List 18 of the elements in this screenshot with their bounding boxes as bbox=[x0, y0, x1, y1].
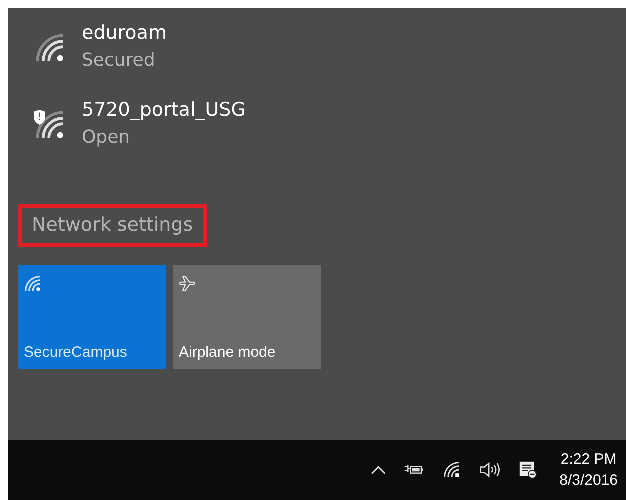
clock[interactable]: 2:22 PM 8/3/2016 bbox=[560, 451, 618, 489]
wifi-icon bbox=[24, 275, 42, 293]
caret-icon[interactable] bbox=[370, 465, 386, 475]
quick-action-tile[interactable]: Airplane mode bbox=[173, 265, 321, 369]
clock-date: 8/3/2016 bbox=[560, 472, 618, 489]
clock-time: 2:22 PM bbox=[560, 451, 617, 468]
quick-action-tile[interactable]: SecureCampus bbox=[18, 265, 166, 369]
notification-icon[interactable] bbox=[518, 461, 538, 479]
airplane-icon bbox=[179, 275, 197, 293]
speaker-icon[interactable] bbox=[480, 461, 500, 479]
network-settings-link[interactable]: Network settings bbox=[18, 204, 208, 247]
network-item[interactable]: eduroam Secured bbox=[18, 22, 616, 71]
network-name: 5720_portal_USG bbox=[82, 99, 246, 121]
network-status: Open bbox=[82, 127, 132, 148]
network-status: Secured bbox=[82, 50, 156, 71]
wifi-icon[interactable] bbox=[442, 461, 462, 479]
network-name: eduroam bbox=[82, 22, 167, 44]
network-item[interactable]: 5720_portal_USG Open bbox=[18, 99, 616, 148]
